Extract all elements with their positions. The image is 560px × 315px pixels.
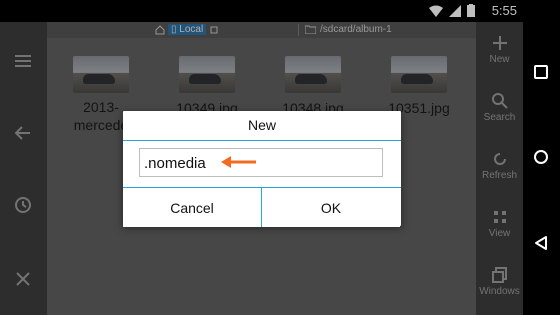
file-thumbnail[interactable] [285,56,341,93]
dialog-title: New [247,117,276,133]
home-icon [155,24,165,34]
cancel-button[interactable]: Cancel [123,188,261,227]
dialog-title-divider [123,140,401,141]
location-label: Local [179,24,204,35]
phone-icon: ▯ [171,24,177,35]
plus-icon [492,36,507,50]
windows-icon [491,267,507,283]
signal-icon [449,4,461,17]
search-button[interactable]: Search [476,92,523,123]
ok-button[interactable]: OK [262,188,400,227]
file-thumbnail[interactable] [391,56,447,93]
status-time: 5:55 [491,3,517,18]
dialog-button-row: Cancel OK [123,187,401,227]
wifi-icon [429,5,443,17]
refresh-button[interactable]: Refresh [476,150,523,181]
status-bar: 5:55 [0,0,523,22]
search-icon [491,93,508,109]
back-arrow-icon[interactable] [12,122,34,144]
home-button-icon[interactable] [532,148,550,166]
filename-input[interactable]: .nomedia [139,148,383,177]
windows-button[interactable]: Windows [476,266,523,297]
path-breadcrumb[interactable]: /sdcard/album-1 [305,24,392,35]
refresh-icon [493,153,506,165]
file-thumbnail[interactable] [73,56,129,93]
close-icon[interactable] [12,268,34,290]
recents-icon[interactable] [532,63,550,81]
view-button[interactable]: View [476,208,523,239]
right-toolbar: New Search Refresh View Windows [476,22,523,315]
file-thumbnail[interactable] [179,56,235,93]
folder-icon [305,25,316,34]
history-icon[interactable] [12,194,34,216]
left-toolbar [0,22,47,315]
annotation-arrow-icon [221,156,256,168]
windows-label: Windows [479,286,520,297]
new-file-dialog: New .nomedia Cancel OK [123,111,401,227]
new-label: New [489,54,510,65]
system-nav-bar [523,0,560,315]
refresh-label: Refresh [481,170,517,181]
view-label: View [488,228,511,239]
location-tab[interactable]: ▯ Local [155,24,219,35]
battery-icon [467,4,475,17]
back-button-icon[interactable] [532,234,550,252]
grid-view-icon [493,211,506,223]
menu-icon[interactable] [12,50,34,72]
header-divider [298,24,299,36]
search-label: Search [483,112,516,123]
refresh-small-icon [210,26,218,33]
new-button[interactable]: New [476,34,523,65]
path-label: /sdcard/album-1 [320,24,392,35]
location-header: ▯ Local /sdcard/album-1 [47,22,476,38]
